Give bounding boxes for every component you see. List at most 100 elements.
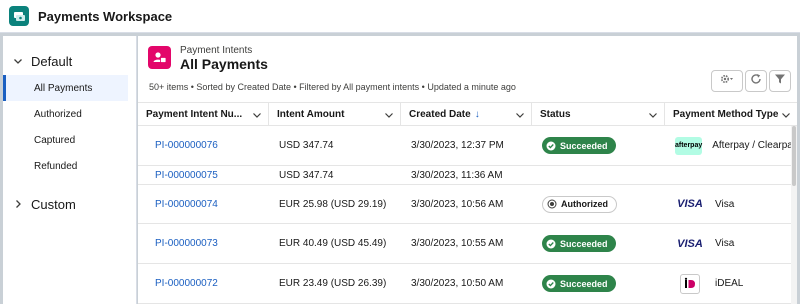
table-row[interactable]: PI-000000074 EUR 25.98 (USD 29.19) 3/30/… xyxy=(138,185,797,224)
intent-amount: EUR 23.49 (USD 26.39) xyxy=(279,278,387,289)
ideal-logo-icon xyxy=(680,273,700,294)
payment-method-label: Visa xyxy=(715,198,735,210)
payment-intent-link[interactable]: PI-000000075 xyxy=(138,166,269,184)
sort-descending-icon: ↓ xyxy=(474,108,480,120)
refresh-button[interactable] xyxy=(745,70,767,92)
list-view-title: All Payments xyxy=(180,56,268,72)
status-cell: Succeeded xyxy=(532,224,665,263)
payment-method-label: Visa xyxy=(715,238,735,249)
payment-method-cell xyxy=(665,166,797,184)
sidebar-item-label: Refunded xyxy=(34,160,78,172)
sidebar-item-label: Authorized xyxy=(34,108,82,120)
status-badge: Succeeded xyxy=(542,137,616,154)
sidebar-item-label: Captured xyxy=(34,134,76,146)
status-label: Succeeded xyxy=(560,238,608,249)
payment-intent-link[interactable]: PI-000000076 xyxy=(138,126,269,165)
list-view-meta: 50+ items • Sorted by Created Date • Fil… xyxy=(149,82,516,92)
chevron-down-icon[interactable] xyxy=(781,110,791,120)
created-date: 3/30/2023, 10:55 AM xyxy=(411,238,504,249)
section-default-toggle[interactable]: Default xyxy=(3,48,136,74)
payment-method-cell: VISA Visa xyxy=(665,224,797,263)
section-default-label: Default xyxy=(31,53,73,69)
column-label: Payment Method Type xyxy=(673,108,779,120)
payments-table: Payment Intent Nu... Intent Amount Creat… xyxy=(138,102,797,304)
column-label: Created Date xyxy=(409,108,471,120)
table-row[interactable]: PI-000000076 USD 347.74 3/30/2023, 12:37… xyxy=(138,126,797,166)
column-label: Payment Intent Nu... xyxy=(146,108,243,120)
list-view-sidebar: Default All Payments Authorized Captured… xyxy=(3,36,137,304)
column-label: Status xyxy=(540,108,571,120)
payment-method-label: iDEAL xyxy=(715,278,744,289)
sidebar-item-captured[interactable]: Captured xyxy=(3,127,136,153)
chevron-down-icon xyxy=(13,56,23,66)
payment-method-label: Afterpay / Clearpay xyxy=(712,140,797,151)
column-header-status[interactable]: Status xyxy=(532,103,665,125)
chevron-down-icon[interactable] xyxy=(515,110,525,120)
list-view-main: Payment Intents All Payments 50+ items •… xyxy=(138,36,797,304)
intent-amount: EUR 40.49 (USD 45.49) xyxy=(279,238,387,249)
afterpay-logo-icon: afterpay xyxy=(675,136,703,155)
payment-intent-object-icon xyxy=(148,46,171,69)
chevron-down-icon[interactable] xyxy=(384,110,394,120)
default-views-list: All Payments Authorized Captured Refunde… xyxy=(3,75,136,179)
intent-amount: USD 347.74 xyxy=(279,169,334,181)
filter-button[interactable] xyxy=(769,70,791,92)
created-date: 3/30/2023, 11:36 AM xyxy=(411,169,503,181)
visa-logo-icon: VISA xyxy=(677,198,703,210)
sidebar-item-refunded[interactable]: Refunded xyxy=(3,153,136,179)
section-custom-toggle[interactable]: Custom xyxy=(3,191,136,217)
status-cell xyxy=(532,166,665,184)
scrollbar-thumb[interactable] xyxy=(792,126,796,186)
chevron-down-icon[interactable] xyxy=(252,110,262,120)
status-cell: Succeeded xyxy=(532,264,665,303)
record-icon xyxy=(547,199,557,209)
status-label: Authorized xyxy=(561,199,608,209)
payments-app-icon[interactable] xyxy=(9,6,29,26)
payment-method-cell: afterpay Afterpay / Clearpay xyxy=(665,126,797,165)
intent-amount: EUR 25.98 (USD 29.19) xyxy=(279,198,387,210)
payment-method-cell: VISA Visa xyxy=(665,185,797,223)
check-circle-icon xyxy=(546,239,556,249)
refresh-icon xyxy=(750,72,762,90)
created-date: 3/30/2023, 10:50 AM xyxy=(411,278,504,289)
payment-intent-link[interactable]: PI-000000074 xyxy=(138,185,269,223)
object-label: Payment Intents xyxy=(180,45,253,56)
filter-icon xyxy=(774,72,786,90)
sidebar-item-authorized[interactable]: Authorized xyxy=(3,101,136,127)
column-header-payment-intent-number[interactable]: Payment Intent Nu... xyxy=(138,103,269,125)
section-custom-label: Custom xyxy=(31,196,76,212)
column-header-created-date[interactable]: Created Date ↓ xyxy=(401,103,532,125)
list-settings-button[interactable] xyxy=(711,70,743,92)
gear-icon xyxy=(720,72,734,90)
app-title: Payments Workspace xyxy=(38,8,173,24)
status-cell: Succeeded xyxy=(532,126,665,165)
app-header: Payments Workspace xyxy=(0,0,800,33)
chevron-down-icon[interactable] xyxy=(648,110,658,120)
created-date: 3/30/2023, 10:56 AM xyxy=(411,198,504,210)
status-cell: Authorized xyxy=(532,185,665,223)
table-row[interactable]: PI-000000072 EUR 23.49 (USD 26.39) 3/30/… xyxy=(138,264,797,304)
check-circle-icon xyxy=(546,141,556,151)
status-badge: Succeeded xyxy=(542,275,616,292)
payment-intent-link[interactable]: PI-000000073 xyxy=(138,224,269,263)
status-badge: Succeeded xyxy=(542,235,616,252)
intent-amount: USD 347.74 xyxy=(279,140,334,151)
status-badge: Authorized xyxy=(542,195,617,213)
visa-logo-icon: VISA xyxy=(677,237,703,250)
table-header: Payment Intent Nu... Intent Amount Creat… xyxy=(138,102,797,126)
payment-method-cell: iDEAL xyxy=(665,264,797,303)
status-label: Succeeded xyxy=(560,278,608,289)
table-row[interactable]: PI-000000073 EUR 40.49 (USD 45.49) 3/30/… xyxy=(138,224,797,264)
status-label: Succeeded xyxy=(560,140,608,151)
column-header-payment-method-type[interactable]: Payment Method Type xyxy=(665,103,797,125)
column-label: Intent Amount xyxy=(277,108,345,120)
column-header-intent-amount[interactable]: Intent Amount xyxy=(269,103,401,125)
created-date: 3/30/2023, 12:37 PM xyxy=(411,140,504,151)
table-row[interactable]: PI-000000075 USD 347.74 3/30/2023, 11:36… xyxy=(138,166,797,185)
sidebar-item-all-payments[interactable]: All Payments xyxy=(3,75,128,101)
payment-intent-link[interactable]: PI-000000072 xyxy=(138,264,269,303)
check-circle-icon xyxy=(546,279,556,289)
chevron-right-icon xyxy=(13,199,23,209)
sidebar-item-label: All Payments xyxy=(34,82,93,94)
table-scrollbar[interactable] xyxy=(791,126,797,304)
